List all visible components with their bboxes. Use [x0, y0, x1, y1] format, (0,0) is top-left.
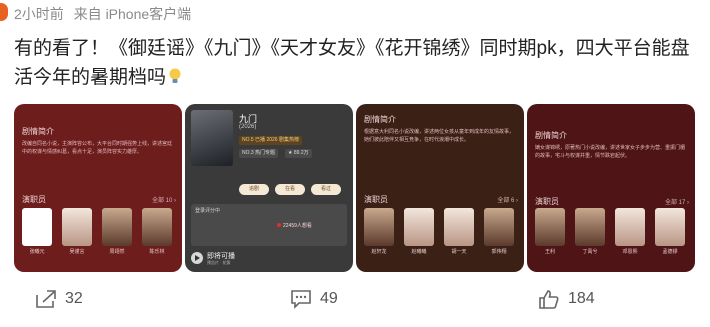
actor-photo	[102, 208, 132, 246]
actor-name: 郭伟翔	[491, 249, 507, 255]
cast-row	[20, 208, 178, 252]
synopsis-text: 嫡女谋锦绣，原著热门小说改编，讲述世家女子步步为营、重振门楣的故事，宅斗与权谋并…	[535, 145, 686, 159]
cast-heading: 演职员	[535, 197, 559, 206]
actor-name: 丁禹兮	[582, 249, 598, 255]
image-grid: 剧情简介 改编自同名小说，主演阵容公布，大平台同时期强势上线，讲述宫廷中的权谋与…	[14, 104, 695, 272]
actor-name: 王利	[544, 249, 555, 255]
synopsis-heading: 剧情简介	[535, 131, 567, 140]
rank-badge: NO.5 已播 2026 剧集热榜	[239, 136, 302, 145]
synopsis-heading: 剧情简介	[364, 115, 396, 124]
rank-badge: NO.3 热门专题	[239, 149, 279, 158]
image-card-1[interactable]: 剧情简介 改编自同名小说，主演阵容公布，大平台同时期强势上线，讲述宫廷中的权谋与…	[14, 104, 182, 272]
actor-photo	[484, 208, 514, 246]
cast-heading: 演职员	[364, 195, 388, 204]
cast-heading: 演职员	[22, 195, 46, 204]
dot-icon	[277, 223, 281, 227]
play-icon	[191, 252, 203, 264]
cast-row	[362, 208, 520, 252]
actor-photo	[142, 208, 172, 246]
drama-year: (2026)	[239, 124, 257, 130]
watching-button: 在看	[275, 184, 305, 195]
post-action-bar: 32 49 184	[0, 280, 710, 320]
post-source: 来自 iPhone客户端	[73, 6, 192, 22]
actor-name: 赵曦曦	[411, 249, 427, 255]
actor-photo	[364, 208, 394, 246]
follow-button: 追剧	[239, 184, 269, 195]
image-card-3[interactable]: 剧情简介 根据意大利同名小说改编，讲述两位女孩从童年到成年的友情故事，她们彼此陪…	[356, 104, 524, 272]
like-count: 184	[568, 290, 595, 307]
synopsis-text: 改编自同名小说，主演阵容公布，大平台同时期强势上线，讲述宫廷中的权谋与情感纠葛，…	[22, 141, 173, 155]
lightbulb-icon	[169, 68, 181, 83]
synopsis-text: 根据意大利同名小说改编，讲述两位女孩从童年到成年的友情故事，她们彼此陪伴又相互竞…	[364, 129, 515, 143]
avatar[interactable]	[0, 3, 8, 21]
cast-all-link: 全部 10 ›	[151, 198, 176, 204]
image-card-4[interactable]: 剧情简介 嫡女谋锦绣，原著热门小说改编，讲述世家女子步步为营、重振门楣的故事，宅…	[527, 104, 695, 272]
actor-photo	[615, 208, 645, 246]
post-meta: 2小时前 来自 iPhone客户端	[14, 4, 197, 24]
post-text: 有的看了！《御廷谣》《九门》《天才女友》《花开锦绣》同时期pk，四大平台能盘活今…	[14, 38, 690, 88]
comment-count: 49	[320, 290, 338, 307]
actor-name: 胡一天	[451, 249, 467, 255]
drama-poster	[191, 110, 233, 166]
rating-badge: ★ 89.2万	[285, 149, 312, 158]
watched-button: 看过	[311, 184, 341, 195]
actor-name: 吴谨言	[69, 249, 85, 255]
actor-name: 孟德镠	[662, 249, 678, 255]
rating-status: 登录评分中	[195, 208, 221, 214]
actor-photo	[404, 208, 434, 246]
cast-row	[533, 208, 691, 252]
actor-photo	[444, 208, 474, 246]
image-card-2[interactable]: 九门 (2026) NO.5 已播 2026 剧集热榜 NO.3 热门专题 ★ …	[185, 104, 353, 272]
actor-photo	[655, 208, 685, 246]
actor-name: 周翊然	[109, 249, 125, 255]
actor-name: 张曦元	[29, 249, 45, 255]
actor-photo	[535, 208, 565, 246]
share-icon	[36, 290, 56, 308]
actor-name: 陈乐林	[149, 249, 165, 255]
post-meta-row: 2小时前 来自 iPhone客户端	[0, 0, 710, 26]
share-count: 32	[65, 290, 83, 307]
actor-name: 赵轩龙	[371, 249, 387, 255]
actor-name: 邓恩熙	[622, 249, 638, 255]
synopsis-heading: 剧情简介	[22, 127, 54, 136]
actor-photo	[22, 208, 52, 246]
post-time: 2小时前	[14, 6, 64, 22]
coming-soon-sub: 预告片 · 花絮	[207, 260, 231, 265]
cast-all-link: 全部 6 ›	[497, 198, 518, 204]
want-to-watch-count: 22459人想看	[283, 223, 312, 229]
cast-all-link: 全部 17 ›	[664, 200, 689, 206]
comment-icon	[291, 290, 311, 309]
post-body: 有的看了！《御廷谣》《九门》《天才女友》《花开锦绣》同时期pk，四大平台能盘活今…	[14, 34, 694, 92]
thumbs-up-icon	[539, 290, 559, 309]
actor-photo	[575, 208, 605, 246]
actor-photo	[62, 208, 92, 246]
